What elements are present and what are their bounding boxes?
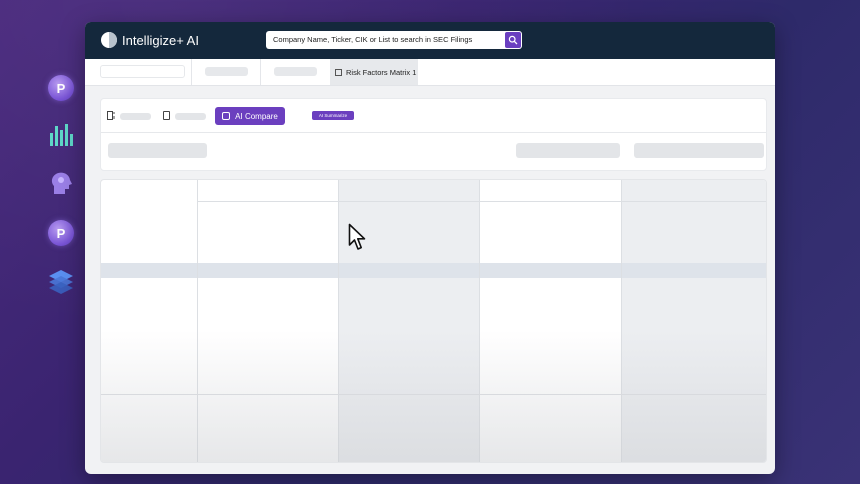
tab-placeholder-2[interactable] — [205, 67, 248, 76]
badge-letter: P — [56, 80, 66, 96]
tab-risk-factors-matrix[interactable]: Risk Factors Matrix 1 — [330, 59, 418, 85]
app-window: Intelligize+ AI Company Name, Ticker, CI… — [85, 22, 775, 474]
bar-chart-icon[interactable] — [48, 121, 74, 147]
action-placeholder-1[interactable] — [516, 143, 620, 158]
mouse-pointer-icon — [348, 223, 366, 250]
search-button[interactable] — [505, 32, 521, 48]
layers-icon[interactable] — [48, 268, 74, 294]
ai-compare-button[interactable]: AI Compare — [215, 107, 285, 125]
grid-row-divider — [101, 394, 766, 395]
brand-logo[interactable]: Intelligize+ AI — [101, 32, 199, 48]
tab-divider — [191, 59, 192, 85]
summarize-label: AI Summarize — [318, 113, 348, 118]
search-placeholder: Company Name, Ticker, CIK or List to sea… — [273, 35, 473, 44]
search-input[interactable]: Company Name, Ticker, CIK or List to sea… — [266, 31, 522, 49]
brand-name: Intelligize+ AI — [122, 32, 199, 48]
filter-placeholder[interactable] — [108, 143, 207, 158]
compare-icon — [222, 112, 231, 120]
badge-letter: P — [56, 225, 66, 241]
compare-label: AI Compare — [235, 111, 278, 121]
toolbar-panel: AI Compare AI Summarize — [100, 98, 767, 171]
matrix-grid — [100, 179, 767, 463]
toolbar-placeholder-1[interactable] — [120, 113, 151, 120]
grid-row-divider — [197, 201, 766, 202]
top-bar: Intelligize+ AI Company Name, Ticker, CI… — [85, 22, 775, 59]
ai-head-icon[interactable] — [48, 170, 74, 196]
grid-section-row — [101, 263, 766, 278]
columns-icon[interactable] — [107, 111, 116, 120]
tab-label: Risk Factors Matrix 1 — [346, 67, 417, 77]
grid-icon — [335, 68, 342, 76]
search-icon — [508, 35, 518, 45]
tab-divider — [260, 59, 261, 85]
ai-summarize-button[interactable]: AI Summarize — [312, 111, 354, 120]
grid-column-divider — [197, 180, 198, 462]
p-badge-icon[interactable]: P — [48, 75, 74, 101]
toolbar-divider — [101, 132, 766, 133]
logo-mark-icon — [101, 32, 117, 48]
tab-bar: Risk Factors Matrix 1 — [85, 59, 775, 86]
tab-placeholder-1[interactable] — [100, 65, 185, 78]
document-icon[interactable] — [163, 111, 170, 120]
grid-column-divider — [479, 180, 480, 462]
tab-placeholder-3[interactable] — [274, 67, 317, 76]
toolbar-placeholder-2[interactable] — [175, 113, 206, 120]
grid-column-divider — [338, 180, 339, 462]
grid-column-shaded — [621, 180, 766, 462]
action-placeholder-2[interactable] — [634, 143, 764, 158]
p-badge-icon-2[interactable]: P — [48, 220, 74, 246]
grid-column-divider — [621, 180, 622, 462]
